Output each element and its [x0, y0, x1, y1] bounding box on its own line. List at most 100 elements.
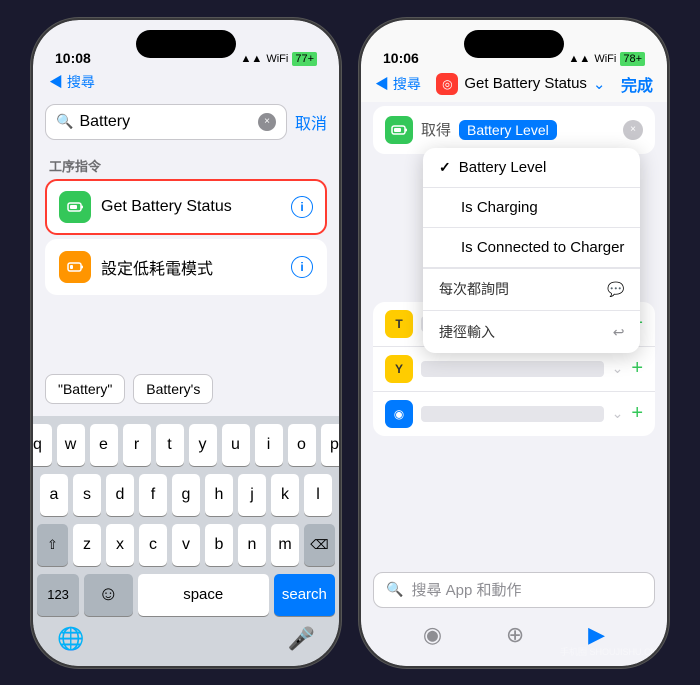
battery-level-dropdown: ✓ Battery Level Is Charging Is Connected…	[423, 148, 640, 354]
keyboard-left: q w e r t y u i o p a s d f g h j k l	[33, 416, 339, 622]
nav-icon-1[interactable]: ◉	[423, 622, 442, 648]
nav-icon-2[interactable]: ⊕	[506, 622, 524, 648]
plus-button-2[interactable]: +	[631, 357, 643, 380]
shortcuts-nav: ◀ 搜尋 ◎ Get Battery Status ⌄ 完成	[361, 72, 667, 102]
emoji-key[interactable]: ☺	[84, 574, 133, 616]
shortcuts-app-icon: ◎	[436, 73, 458, 95]
space-key[interactable]: space	[138, 574, 269, 616]
key-i[interactable]: i	[255, 424, 283, 466]
next-row-3-text	[421, 406, 604, 422]
clear-icon-left: ×	[264, 116, 270, 127]
status-icons-right: ▲▲ WiFi 78+	[569, 52, 645, 66]
keyboard-row4: 123 ☺ space search	[37, 574, 335, 616]
key-w[interactable]: w	[57, 424, 85, 466]
action-value[interactable]: Battery Level	[459, 120, 557, 140]
suggestion-batterys[interactable]: Battery's	[133, 374, 213, 404]
key-k[interactable]: k	[271, 474, 299, 516]
shortcut-input-icon: ↩	[613, 324, 625, 341]
section-header-left: 工序指令	[33, 148, 339, 179]
search-bar-left[interactable]: 🔍 Battery ×	[45, 104, 287, 140]
shortcut-input-label: 捷徑輸入	[439, 322, 495, 342]
keyboard-row3: ⇧ z x c v b n m ⌫	[37, 524, 335, 566]
status-icons-left: ▲▲ WiFi 77+	[241, 52, 317, 66]
check-icon-battery: ✓	[439, 159, 451, 176]
dropdown-item-battery-level[interactable]: ✓ Battery Level	[423, 148, 640, 188]
shift-key[interactable]: ⇧	[37, 524, 68, 566]
key-e[interactable]: e	[90, 424, 118, 466]
key-h[interactable]: h	[205, 474, 233, 516]
cancel-button-left[interactable]: 取消	[295, 110, 327, 134]
chevron-right-2: ⌄	[612, 360, 624, 377]
plus-button-3[interactable]: +	[631, 402, 643, 425]
mic-icon-left[interactable]: 🎤	[288, 626, 315, 652]
suggestion-battery-quoted[interactable]: "Battery"	[45, 374, 125, 404]
list-item-get-battery[interactable]: Get Battery Status i	[45, 179, 327, 235]
low-power-info[interactable]: i	[291, 256, 313, 278]
key-l[interactable]: l	[304, 474, 332, 516]
key-d[interactable]: d	[106, 474, 134, 516]
action-close-button[interactable]: ×	[623, 120, 643, 140]
next-row-2-text	[421, 361, 604, 377]
key-n[interactable]: n	[238, 524, 266, 566]
signal-icon-right: ▲▲	[569, 53, 591, 65]
right-phone: 10:06 ▲▲ WiFi 78+ ◀ 搜尋 ◎ Get Battery Sta…	[359, 18, 669, 668]
key-q[interactable]: q	[33, 424, 52, 466]
dropdown-is-connected-label: Is Connected to Charger	[461, 239, 624, 256]
search-input-left[interactable]: Battery	[79, 113, 252, 131]
shortcuts-app-name: Get Battery Status	[464, 75, 587, 92]
dropdown-battery-level-label: Battery Level	[459, 159, 547, 176]
battery-right: 78+	[620, 52, 645, 66]
key-v[interactable]: v	[172, 524, 200, 566]
search-key[interactable]: search	[274, 574, 335, 616]
bottom-search-icon: 🔍	[386, 581, 403, 598]
shortcuts-title: ◎ Get Battery Status ⌄	[436, 73, 605, 95]
key-f[interactable]: f	[139, 474, 167, 516]
key-j[interactable]: j	[238, 474, 266, 516]
dropdown-item-is-charging[interactable]: Is Charging	[423, 188, 640, 228]
key-m[interactable]: m	[271, 524, 299, 566]
next-row-2[interactable]: Y ⌄ +	[373, 347, 655, 392]
globe-icon-left[interactable]: 🌐	[57, 626, 84, 652]
shortcuts-chevron: ⌄	[593, 75, 606, 93]
action-label: 取得	[421, 119, 451, 140]
suggestions-row: "Battery" Battery's	[33, 362, 339, 416]
key-c[interactable]: c	[139, 524, 167, 566]
next-row-2-icon: Y	[385, 355, 413, 383]
wifi-icon-left: WiFi	[266, 53, 288, 65]
dropdown-item-is-connected[interactable]: Is Connected to Charger	[423, 228, 640, 268]
ask-each-label: 每次都詢問	[439, 279, 509, 299]
bottom-search-right[interactable]: 🔍 搜尋 App 和動作	[373, 572, 655, 608]
numbers-key[interactable]: 123	[37, 574, 79, 616]
list-item-low-power[interactable]: 設定低耗電模式 i	[45, 239, 327, 295]
key-a[interactable]: a	[40, 474, 68, 516]
key-r[interactable]: r	[123, 424, 151, 466]
key-y[interactable]: y	[189, 424, 217, 466]
key-b[interactable]: b	[205, 524, 233, 566]
search-clear-left[interactable]: ×	[258, 113, 276, 131]
key-x[interactable]: x	[106, 524, 134, 566]
done-button[interactable]: 完成	[621, 72, 653, 96]
key-z[interactable]: z	[73, 524, 101, 566]
search-icon-left: 🔍	[56, 113, 73, 130]
get-battery-info[interactable]: i	[291, 196, 313, 218]
ask-each-icon: 💬	[607, 281, 624, 298]
action-app-icon	[385, 116, 413, 144]
back-button-right[interactable]: ◀ 搜尋	[375, 74, 421, 94]
status-time-right: 10:06	[383, 50, 419, 66]
dynamic-island-right	[464, 30, 564, 58]
dropdown-item-ask-each[interactable]: 每次都詢問 💬	[423, 268, 640, 311]
next-row-3-icon: ◉	[385, 400, 413, 428]
key-o[interactable]: o	[288, 424, 316, 466]
keyboard-row1: q w e r t y u i o p	[37, 424, 335, 466]
bottom-bar-left: 🌐 🎤	[33, 622, 339, 666]
key-p[interactable]: p	[321, 424, 340, 466]
dropdown-item-shortcut-input[interactable]: 捷徑輸入 ↩	[423, 311, 640, 353]
key-t[interactable]: t	[156, 424, 184, 466]
key-g[interactable]: g	[172, 474, 200, 516]
next-row-3[interactable]: ◉ ⌄ +	[373, 392, 655, 436]
key-s[interactable]: s	[73, 474, 101, 516]
signal-icon-left: ▲▲	[241, 53, 263, 65]
back-button-left[interactable]: ◀ 搜尋	[49, 72, 95, 92]
key-u[interactable]: u	[222, 424, 250, 466]
backspace-key[interactable]: ⌫	[304, 524, 335, 566]
